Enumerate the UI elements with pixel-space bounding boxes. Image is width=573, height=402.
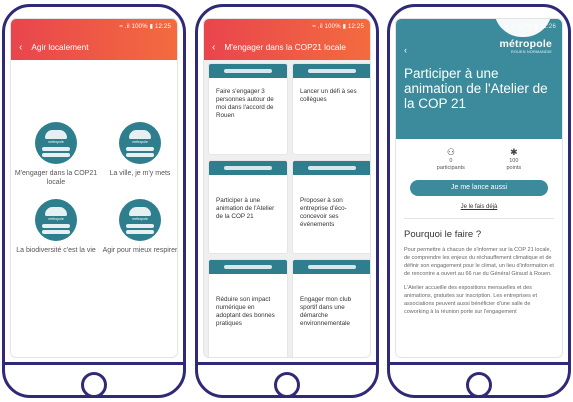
stat-participants: ⚇ 0 participants xyxy=(436,147,465,172)
star-icon: ✱ xyxy=(510,147,518,157)
category-label: Agir pour mieux respirer xyxy=(102,247,178,254)
status-bar: ≈ .il 100% ▮ 12:25 xyxy=(312,24,364,30)
metropole-logo: métropole ROUEN NORMANDIE xyxy=(499,38,552,54)
action-card[interactable]: Lancer un défi à ses collègues xyxy=(293,64,370,154)
card-banner xyxy=(293,161,370,175)
card-text: Lancer un défi à ses collègues xyxy=(300,88,357,103)
phone-chin-divider xyxy=(390,362,568,365)
category-biodiversite[interactable]: métropole La biodiversité c'est la vie xyxy=(13,199,99,255)
card-banner xyxy=(209,64,287,78)
home-button[interactable] xyxy=(274,372,300,395)
phone-agir-localement: ≈ .il 100% ▮ 12:25 ‹ Agir localement mét… xyxy=(2,4,186,398)
stat-label: participants xyxy=(436,165,465,171)
phone-animation-detail: ≈ .il 100% ▮ 12:26 métropole ROUEN NORMA… xyxy=(387,4,571,398)
back-arrow-icon[interactable]: ‹ xyxy=(404,45,407,55)
divider xyxy=(404,218,554,219)
home-button[interactable] xyxy=(81,372,107,395)
screen-title: Agir localement xyxy=(31,42,89,52)
card-text: Réduire son impact numérique en adoptant… xyxy=(216,296,275,327)
stat-label: points xyxy=(506,165,522,171)
stats-row: ⚇ 0 participants ✱ 100 points xyxy=(396,139,562,172)
action-card[interactable]: Proposer à son entreprise d'éco-concevoi… xyxy=(293,161,370,253)
action-card[interactable]: Engager mon club sportif dans une démarc… xyxy=(293,260,370,357)
action-card[interactable]: Participer à une animation de l'Atelier … xyxy=(209,161,287,253)
category-respirer[interactable]: métropole Agir pour mieux respirer xyxy=(97,199,178,255)
join-button[interactable]: Je me lance aussi xyxy=(410,180,548,196)
section-paragraph: L'Atelier accueille des expositions mens… xyxy=(404,285,537,315)
detail-header: ≈ .il 100% ▮ 12:26 métropole ROUEN NORMA… xyxy=(396,19,562,139)
category-ville[interactable]: métropole La ville, je m'y mets xyxy=(97,122,177,178)
section-paragraph: Pour permettre à chacun de s'informer su… xyxy=(404,247,554,277)
stat-value: 100 xyxy=(509,158,519,164)
detail-title: Participer à une animation de l'Atelier … xyxy=(404,66,548,111)
phone-screen: ≈ .il 100% ▮ 12:25 ‹ M'engager dans la C… xyxy=(203,18,371,358)
brand-arc-shape xyxy=(494,19,552,37)
category-label: La ville, je m'y mets xyxy=(109,170,171,177)
app-bar: ‹ Agir localement xyxy=(11,34,177,60)
screen-title: M'engager dans la COP21 locale xyxy=(224,42,346,52)
actions-grid: Faire s'engager 3 personnes autour de mo… xyxy=(204,60,370,357)
metropole-badge-icon: métropole xyxy=(35,122,77,164)
card-text: Faire s'engager 3 personnes autour de mo… xyxy=(216,88,274,119)
phone-chin-divider xyxy=(5,362,183,365)
card-banner xyxy=(209,161,287,175)
metropole-badge-icon: métropole xyxy=(119,199,161,241)
action-card[interactable]: Faire s'engager 3 personnes autour de mo… xyxy=(209,64,287,154)
metropole-badge-icon: métropole xyxy=(119,122,161,164)
phone-screen: ≈ .il 100% ▮ 12:25 ‹ Agir localement mét… xyxy=(10,18,178,358)
stat-points: ✱ 100 points xyxy=(506,147,522,172)
screenshot-stage: ≈ .il 100% ▮ 12:25 ‹ Agir localement mét… xyxy=(0,0,573,402)
section-title: Pourquoi le faire ? xyxy=(404,229,482,240)
card-banner xyxy=(293,64,370,78)
app-bar: ‹ M'engager dans la COP21 locale xyxy=(204,34,370,60)
card-text: Participer à une animation de l'Atelier … xyxy=(216,197,275,220)
metropole-badge-icon: métropole xyxy=(35,199,77,241)
category-label: La biodiversité c'est la vie xyxy=(16,247,96,254)
stat-value: 0 xyxy=(449,158,453,164)
home-button[interactable] xyxy=(466,372,492,395)
phone-screen: ≈ .il 100% ▮ 12:26 métropole ROUEN NORMA… xyxy=(395,18,563,358)
already-doing-link[interactable]: Je le fais déjà xyxy=(396,204,562,210)
phone-cop21-locale: ≈ .il 100% ▮ 12:25 ‹ M'engager dans la C… xyxy=(195,4,379,398)
category-cop21[interactable]: métropole M'engager dans la COP21 locale xyxy=(13,122,99,187)
card-text: Proposer à son entreprise d'éco-concevoi… xyxy=(300,197,347,228)
back-arrow-icon[interactable]: ‹ xyxy=(19,42,22,53)
header: ≈ .il 100% ▮ 12:25 ‹ M'engager dans la C… xyxy=(204,19,370,60)
category-label: M'engager dans la COP21 locale xyxy=(14,170,98,186)
phone-chin-divider xyxy=(198,362,376,365)
back-arrow-icon[interactable]: ‹ xyxy=(212,42,215,53)
card-text: Engager mon club sportif dans une démarc… xyxy=(300,296,352,327)
header: ≈ .il 100% ▮ 12:25 ‹ Agir localement xyxy=(11,19,177,60)
status-bar: ≈ .il 100% ▮ 12:25 xyxy=(119,24,171,30)
people-icon: ⚇ xyxy=(446,147,455,157)
categories-grid: métropole M'engager dans la COP21 locale… xyxy=(11,60,178,357)
card-banner xyxy=(209,260,287,274)
card-banner xyxy=(293,260,370,274)
action-card[interactable]: Réduire son impact numérique en adoptant… xyxy=(209,260,287,357)
